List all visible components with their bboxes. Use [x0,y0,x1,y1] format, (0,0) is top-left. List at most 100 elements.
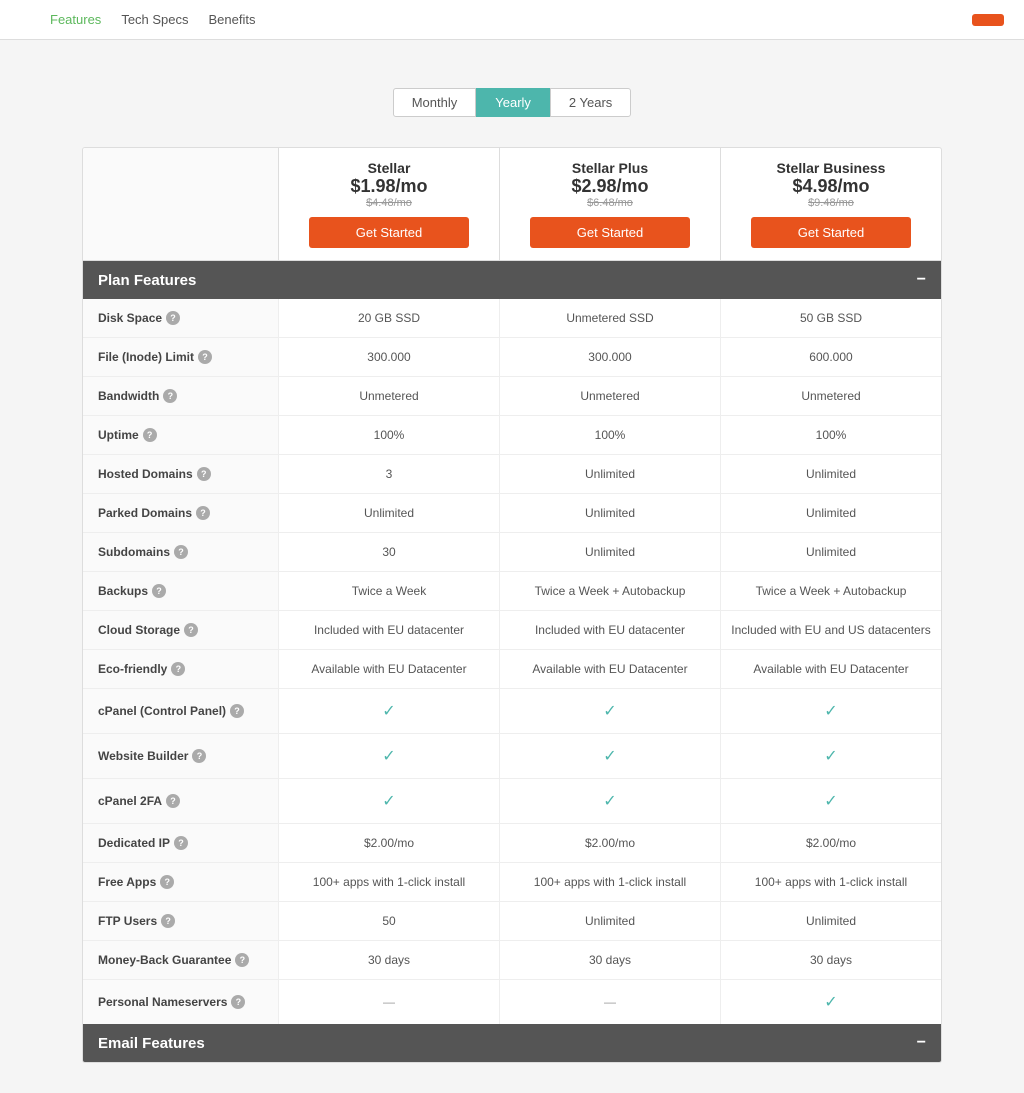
section-email-features-header: Email Features − [83,1024,941,1062]
feature-cell-1-1: 300.000 [499,338,720,376]
feature-label-16: Money-Back Guarantee? [83,941,278,979]
table-row: Eco-friendly? Available with EU Datacente… [83,650,941,689]
comparison-table: Stellar $1.98/mo $4.48/mo Get Started St… [82,147,942,1063]
buy-now-button[interactable] [972,14,1004,26]
nav-links: Features Tech Specs Benefits [50,12,972,27]
plan-stellar-plus-price: $2.98/mo [510,176,710,197]
check-icon: ✓ [603,746,616,766]
plan-stellar-business-cta[interactable]: Get Started [751,217,911,248]
info-icon-11[interactable]: ? [192,749,206,763]
nav-features[interactable]: Features [50,12,101,27]
feature-rows: Disk Space?20 GB SSDUnmetered SSD50 GB S… [83,299,941,1024]
feature-label-14: Free Apps? [83,863,278,901]
feature-cell-1-0: 300.000 [278,338,499,376]
feature-label-text-8: Cloud Storage [98,623,180,637]
feature-cell-6-2: Unlimited [720,533,941,571]
check-icon: ✓ [824,701,837,721]
feature-label-text-3: Uptime [98,428,139,442]
plan-stellar-business-price: $4.98/mo [731,176,931,197]
table-row: Hosted Domains?3UnlimitedUnlimited [83,455,941,494]
table-row: FTP Users?50UnlimitedUnlimited [83,902,941,941]
section-email-features-toggle[interactable]: − [917,1034,926,1052]
feature-cell-2-1: Unmetered [499,377,720,415]
info-icon-13[interactable]: ? [174,836,188,850]
feature-cell-7-1: Twice a Week + Autobackup [499,572,720,610]
nav-benefits[interactable]: Benefits [209,12,256,27]
feature-label-text-13: Dedicated IP [98,836,170,850]
plan-header-row: Stellar $1.98/mo $4.48/mo Get Started St… [83,148,941,261]
feature-cell-0-1: Unmetered SSD [499,299,720,337]
feature-label-1: File (Inode) Limit? [83,338,278,376]
plan-info-text [83,148,278,260]
feature-cell-11-0: ✓ [278,734,499,778]
info-icon-6[interactable]: ? [174,545,188,559]
table-row: Disk Space?20 GB SSDUnmetered SSD50 GB S… [83,299,941,338]
feature-cell-2-0: Unmetered [278,377,499,415]
feature-cell-3-1: 100% [499,416,720,454]
feature-label-text-12: cPanel 2FA [98,794,162,808]
table-row: cPanel 2FA?✓✓✓ [83,779,941,824]
feature-label-13: Dedicated IP? [83,824,278,862]
feature-label-12: cPanel 2FA? [83,779,278,823]
plan-stellar-cta[interactable]: Get Started [309,217,469,248]
billing-yearly[interactable]: Yearly [476,88,550,117]
feature-cell-10-2: ✓ [720,689,941,733]
nav-tech-specs[interactable]: Tech Specs [121,12,188,27]
info-icon-8[interactable]: ? [184,623,198,637]
plan-stellar-business-oldprice: $9.48/mo [731,197,931,209]
section-plan-features-header: Plan Features − [83,261,941,299]
navigation: Features Tech Specs Benefits [0,0,1024,40]
info-icon-16[interactable]: ? [235,953,249,967]
feature-label-text-7: Backups [98,584,148,598]
info-icon-5[interactable]: ? [196,506,210,520]
table-row: File (Inode) Limit?300.000300.000600.000 [83,338,941,377]
feature-label-10: cPanel (Control Panel)? [83,689,278,733]
feature-label-text-4: Hosted Domains [98,467,193,481]
feature-cell-9-0: Available with EU Datacenter [278,650,499,688]
info-icon-12[interactable]: ? [166,794,180,808]
plan-stellar-business-name: Stellar Business [731,160,931,176]
info-icon-15[interactable]: ? [161,914,175,928]
table-row: Free Apps? 100+ apps with 1-click install… [83,863,941,902]
table-row: Dedicated IP?$2.00/mo$2.00/mo$2.00/mo [83,824,941,863]
info-icon-14[interactable]: ? [160,875,174,889]
feature-label-text-1: File (Inode) Limit [98,350,194,364]
info-icon-2[interactable]: ? [163,389,177,403]
feature-cell-11-1: ✓ [499,734,720,778]
section-plan-features-toggle[interactable]: − [917,271,926,289]
feature-cell-12-2: ✓ [720,779,941,823]
feature-cell-8-1: Included with EU datacenter [499,611,720,649]
feature-cell-6-1: Unlimited [499,533,720,571]
feature-cell-16-2: 30 days [720,941,941,979]
check-icon: ✓ [603,701,616,721]
feature-cell-17-2: ✓ [720,980,941,1024]
info-icon-4[interactable]: ? [197,467,211,481]
feature-cell-14-1: 100+ apps with 1-click install [499,863,720,901]
info-icon-9[interactable]: ? [171,662,185,676]
info-icon-0[interactable]: ? [166,311,180,325]
info-icon-7[interactable]: ? [152,584,166,598]
feature-cell-16-1: 30 days [499,941,720,979]
feature-label-text-0: Disk Space [98,311,162,325]
feature-cell-7-0: Twice a Week [278,572,499,610]
feature-cell-2-2: Unmetered [720,377,941,415]
billing-2years[interactable]: 2 Years [550,88,631,117]
feature-cell-8-2: Included with EU and US datacenters [720,611,941,649]
feature-cell-13-0: $2.00/mo [278,824,499,862]
feature-label-15: FTP Users? [83,902,278,940]
feature-label-text-9: Eco-friendly [98,662,167,676]
feature-label-text-17: Personal Nameservers [98,995,227,1009]
feature-cell-16-0: 30 days [278,941,499,979]
plan-stellar-plus-cta[interactable]: Get Started [530,217,690,248]
billing-monthly[interactable]: Monthly [393,88,477,117]
info-icon-1[interactable]: ? [198,350,212,364]
info-icon-17[interactable]: ? [231,995,245,1009]
dash-icon: — [383,995,395,1009]
section-plan-features-title: Plan Features [98,272,196,289]
info-icon-10[interactable]: ? [230,704,244,718]
feature-label-text-10: cPanel (Control Panel) [98,704,226,718]
check-icon: ✓ [382,701,395,721]
feature-cell-7-2: Twice a Week + Autobackup [720,572,941,610]
plan-stellar-plus-name: Stellar Plus [510,160,710,176]
info-icon-3[interactable]: ? [143,428,157,442]
